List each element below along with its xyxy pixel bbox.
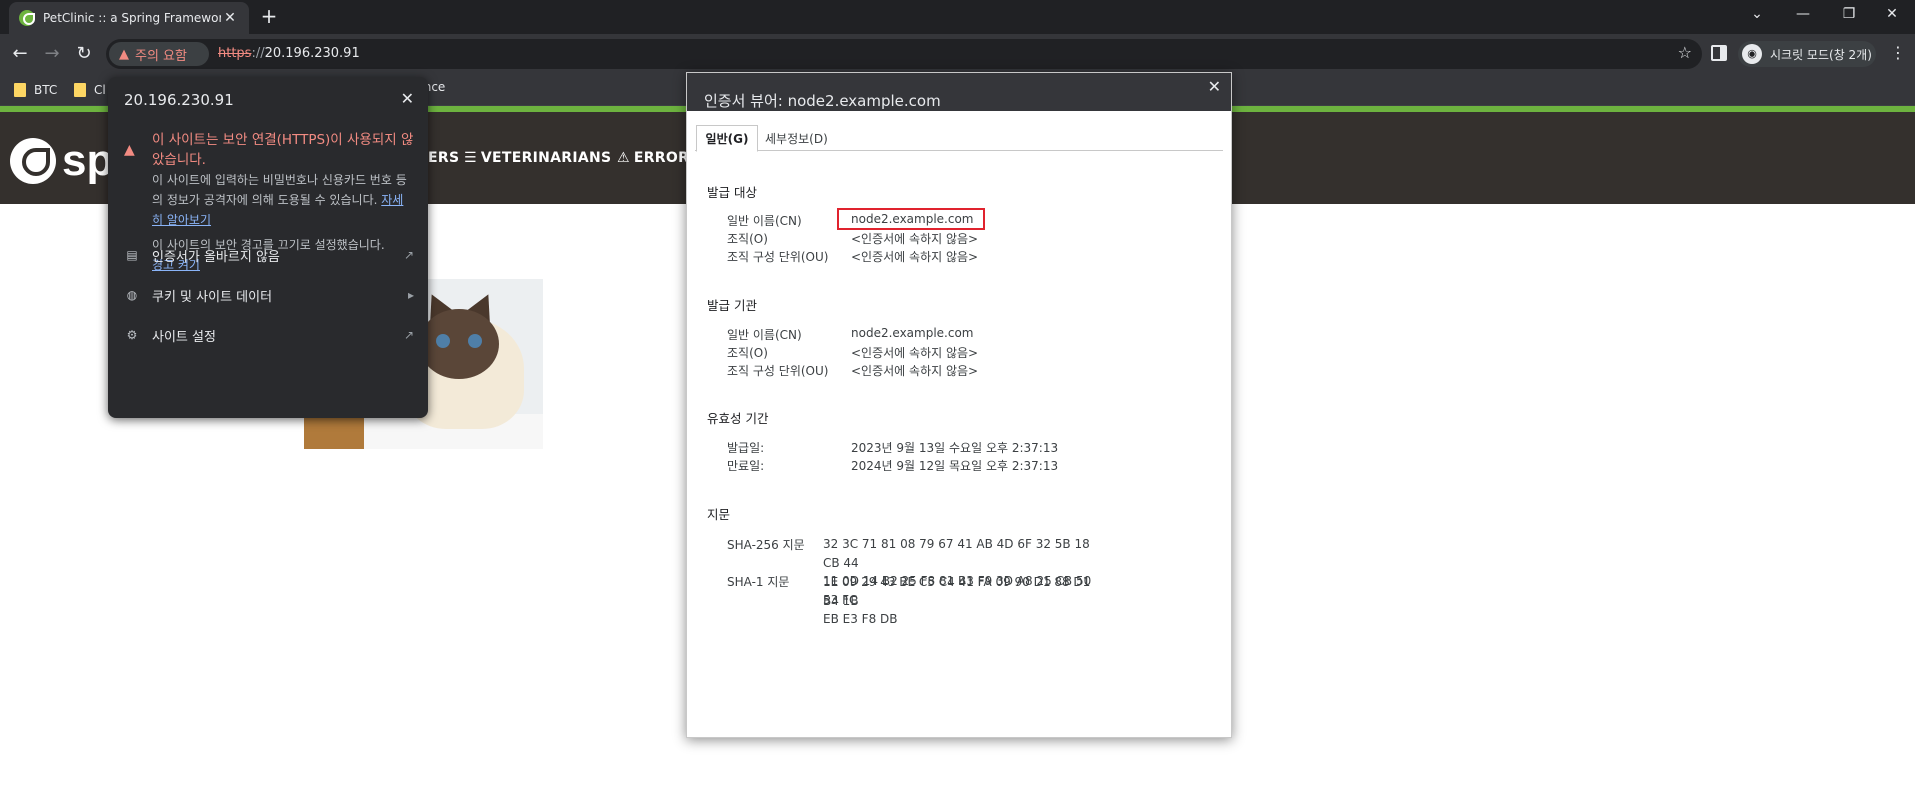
warning-body: 이 사이트에 입력하는 비밀번호나 신용카드 번호 등의 정보가 공격자에 의해… <box>152 170 414 230</box>
issued-to-heading: 발급 대상 <box>707 185 757 200</box>
external-link-icon: ↗ <box>403 328 414 342</box>
menu-item-site-settings[interactable]: ⚙ 사이트 설정 ↗ <box>124 324 414 346</box>
external-link-icon: ↗ <box>403 248 414 262</box>
certificate-viewer-dialog: 인증서 뷰어: node2.example.com ✕ 일반(G) 세부정보(D… <box>686 72 1232 738</box>
warning-triangle-icon: ▲ <box>124 142 135 158</box>
sha1-line: EB E3 F8 DB <box>823 612 898 626</box>
url-scheme: https <box>218 46 252 61</box>
minimize-icon[interactable]: — <box>1780 0 1826 34</box>
menu-item-cookies[interactable]: ◍ 쿠키 및 사이트 데이터 ▸ <box>124 284 414 306</box>
menu-item-certificate[interactable]: ▤ 인증서가 올바르지 않음 ↗ <box>124 244 414 266</box>
cat-eye-shape <box>468 334 482 348</box>
spring-favicon-icon <box>19 10 35 26</box>
bookmark-star-icon[interactable]: ☆ <box>1678 43 1692 62</box>
warning-icon: ⚠ <box>617 150 630 166</box>
warning-body-text: 이 사이트에 입력하는 비밀번호나 신용카드 번호 등의 정보가 공격자에 의해… <box>152 173 407 207</box>
issued-to-ou-value: <인증서에 속하지 않음> <box>851 250 979 264</box>
folder-icon <box>14 83 26 97</box>
logo-text[interactable]: sp <box>62 136 113 186</box>
browser-window: PetClinic :: a Spring Framework ✕ + ⌄ — … <box>0 0 1915 812</box>
tab-close-icon[interactable]: ✕ <box>221 10 239 26</box>
folder-icon <box>74 83 86 97</box>
menu-kebab-icon[interactable]: ⋮ <box>1890 43 1906 62</box>
issued-by-heading: 발급 기관 <box>707 298 757 313</box>
gear-icon: ⚙ <box>126 328 138 342</box>
dialog-tabs: 일반(G) 세부정보(D) <box>695 125 1223 152</box>
incognito-label: 시크릿 모드(창 2개) <box>1770 47 1872 62</box>
issued-by-ou-value: <인증서에 속하지 않음> <box>851 364 979 378</box>
issued-date-value: 2023년 9월 13일 수요일 오후 2:37:13 <box>851 441 1059 455</box>
issued-by-ou-label: 조직 구성 단위(OU) <box>727 364 829 378</box>
new-tab-button[interactable]: + <box>258 5 280 27</box>
bookmark-folder-btc[interactable]: BTC <box>14 82 57 98</box>
nav-error[interactable]: ⚠ ERROR <box>617 150 689 166</box>
issued-date-label: 발급일: <box>727 441 765 455</box>
issued-by-o-label: 조직(O) <box>727 346 768 360</box>
url-text[interactable]: https://20.196.230.91 <box>218 46 360 61</box>
popup-host: 20.196.230.91 <box>124 91 234 109</box>
issued-by-cn-label: 일반 이름(CN) <box>727 328 802 342</box>
issued-to-o-value: <인증서에 속하지 않음> <box>851 232 979 246</box>
fingerprints-heading: 지문 <box>707 507 731 522</box>
site-info-popup: 20.196.230.91 ✕ ▲ 이 사이트는 보안 연결(HTTPS)이 사… <box>108 77 428 418</box>
issued-to-o-label: 조직(O) <box>727 232 768 246</box>
sha1-line: 11 0D 14 B2 25 F8 81 B3 F9 3D A8 25 CB 5… <box>823 574 1092 607</box>
url-separator: :// <box>251 46 265 61</box>
security-chip-label: 주의 요함 <box>135 48 187 64</box>
issued-to-cn-label: 일반 이름(CN) <box>727 214 802 228</box>
nav-label: ERROR <box>633 150 690 166</box>
nav-label: ERS <box>428 150 460 166</box>
bookmark-label: BTC <box>34 83 58 97</box>
sha1-label: SHA-1 지문 <box>727 575 790 589</box>
back-icon[interactable]: ← <box>7 41 33 67</box>
reload-icon[interactable]: ↻ <box>71 41 97 67</box>
sha256-line: 32 3C 71 81 08 79 67 41 AB 4D 6F 32 5B 1… <box>823 537 1090 570</box>
side-panel-icon[interactable] <box>1711 45 1727 61</box>
cat-face-shape <box>419 309 499 379</box>
chevron-right-icon: ▸ <box>407 288 414 302</box>
validity-heading: 유효성 기간 <box>707 411 769 426</box>
cookie-icon: ◍ <box>126 288 138 302</box>
expiry-date-value: 2024년 9월 12일 목요일 오후 2:37:13 <box>851 459 1059 473</box>
issued-by-cn-value: node2.example.com <box>851 326 974 340</box>
certificate-icon: ▤ <box>126 248 138 262</box>
highlight-box <box>837 208 985 230</box>
menu-item-label: 인증서가 올바르지 않음 <box>152 249 280 265</box>
tab-search-icon[interactable]: ⌄ <box>1734 0 1780 34</box>
tab-title: PetClinic :: a Spring Framework <box>43 11 221 25</box>
warning-title: 이 사이트는 보안 연결(HTTPS)이 사용되지 않았습니다. <box>152 132 414 168</box>
restore-icon[interactable]: ❐ <box>1826 0 1872 34</box>
security-chip[interactable]: ▲ 주의 요함 <box>109 42 209 66</box>
tab-petclinic[interactable]: PetClinic :: a Spring Framework ✕ <box>9 2 249 34</box>
incognito-icon: ◉ <box>1742 44 1762 64</box>
url-host: 20.196.230.91 <box>264 46 360 61</box>
toolbar: ← → ↻ ▲ 주의 요함 https://20.196.230.91 ☆ ◉ … <box>0 34 1915 74</box>
tab-general[interactable]: 일반(G) <box>696 125 758 152</box>
expiry-date-label: 만료일: <box>727 459 765 473</box>
issued-to-ou-label: 조직 구성 단위(OU) <box>727 250 829 264</box>
cat-eye-shape <box>436 334 450 348</box>
dialog-close-icon[interactable]: ✕ <box>1208 77 1221 96</box>
popup-close-icon[interactable]: ✕ <box>401 89 414 108</box>
menu-item-label: 사이트 설정 <box>152 329 216 345</box>
bookmark-label: Cl <box>94 83 106 97</box>
warning-triangle-icon: ▲ <box>119 46 129 62</box>
address-bar[interactable]: ▲ 주의 요함 https://20.196.230.91 ☆ <box>106 39 1702 69</box>
incognito-indicator[interactable]: ◉ 시크릿 모드(창 2개) <box>1738 41 1876 67</box>
window-close-icon[interactable]: ✕ <box>1869 0 1915 34</box>
sha256-label: SHA-256 지문 <box>727 538 805 552</box>
menu-item-label: 쿠키 및 사이트 데이터 <box>152 289 273 305</box>
nav-veterinarians[interactable]: ☰ VETERINARIANS <box>464 150 611 166</box>
sha1-value: 11 0D 14 B2 25 F8 81 B3 F9 3D A8 25 CB 5… <box>823 572 1103 629</box>
list-icon: ☰ <box>464 150 477 166</box>
forward-icon[interactable]: → <box>39 41 65 67</box>
bookmark-folder-cl[interactable]: Cl <box>74 82 106 98</box>
nav-owners[interactable]: ERS <box>428 150 459 166</box>
nav-label: VETERINARIANS <box>480 150 612 166</box>
issued-by-o-value: <인증서에 속하지 않음> <box>851 346 979 360</box>
tab-strip: PetClinic :: a Spring Framework ✕ + ⌄ — … <box>0 0 1915 34</box>
tab-details[interactable]: 세부정보(D) <box>765 128 828 150</box>
dialog-title: 인증서 뷰어: node2.example.com <box>704 92 941 110</box>
spring-logo-icon[interactable] <box>10 138 56 184</box>
